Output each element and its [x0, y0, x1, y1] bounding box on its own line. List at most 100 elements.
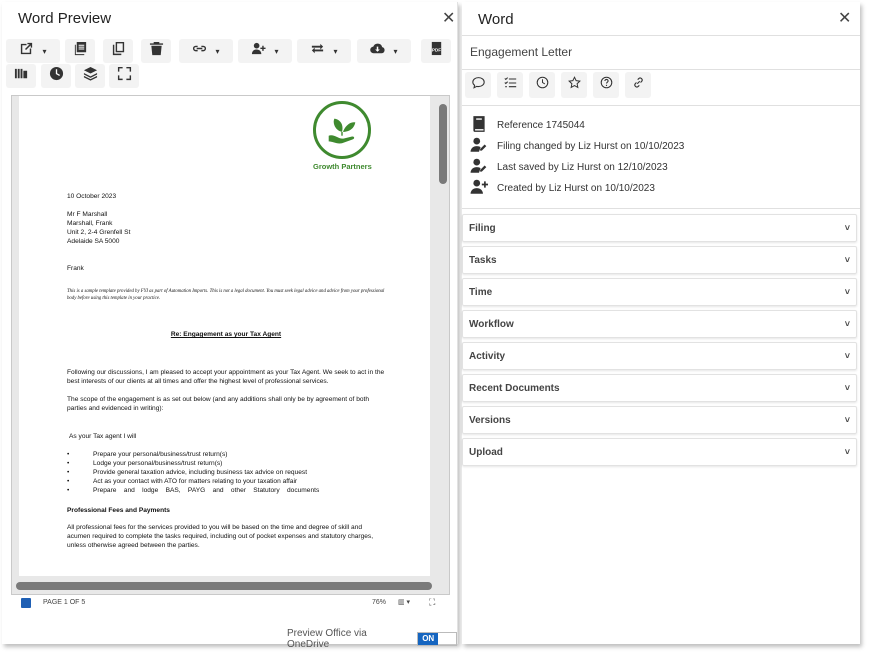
bullet-item: Prepare and lodge BAS, PAYG and other St… — [93, 487, 320, 494]
copy-link-button[interactable] — [625, 72, 651, 98]
bullet-marker: • — [67, 460, 70, 467]
export-pdf-button[interactable]: PDF — [421, 39, 451, 63]
comments-button[interactable] — [465, 72, 491, 98]
layers-button[interactable] — [75, 64, 105, 88]
fees-paragraph: All professional fees for the services p… — [67, 524, 374, 549]
title-divider — [462, 69, 860, 70]
word-preview-panel: Word Preview ✕ ▾ ▾ ▾ ▾ ▾ PDF Growth Part… — [2, 2, 458, 650]
favourite-button[interactable] — [561, 72, 587, 98]
section-tasks[interactable]: Tasks ˅ — [462, 246, 857, 274]
address-line-4: Adelaide SA 5000 — [67, 238, 120, 245]
close-details-button[interactable]: ✕ — [838, 8, 851, 28]
section-filing[interactable]: Filing ˅ — [462, 214, 857, 242]
fullscreen-icon[interactable]: ⛶ — [429, 597, 435, 608]
last-saved-text: Last saved by Liz Hurst on 12/10/2023 — [497, 162, 668, 173]
section-workflow[interactable]: Workflow ˅ — [462, 310, 857, 338]
link-icon — [192, 41, 207, 61]
document-page: Growth Partners 10 October 2023 Mr F Mar… — [19, 96, 430, 576]
bullet-marker: • — [67, 478, 70, 485]
download-button[interactable]: ▾ — [357, 39, 411, 63]
section-label: Time — [469, 286, 493, 298]
library-button[interactable] — [6, 64, 36, 88]
bullet-marker: • — [67, 469, 70, 476]
last-saved-row: Last saved by Liz Hurst on 12/10/2023 — [470, 157, 668, 178]
copy-to-clipboard-button[interactable] — [65, 39, 95, 63]
expand-icon — [117, 66, 132, 86]
letter-date: 10 October 2023 — [67, 193, 117, 200]
toggle-on-label: ON — [418, 633, 439, 645]
filing-changed-row: Filing changed by Liz Hurst on 10/10/202… — [470, 136, 684, 157]
link-button[interactable]: ▾ — [179, 39, 233, 63]
section-activity[interactable]: Activity ˅ — [462, 342, 857, 370]
tasks-button[interactable] — [497, 72, 523, 98]
word-details-panel: Word ✕ Engagement Letter Reference 17450… — [462, 2, 860, 644]
chevron-down-icon: ˅ — [844, 351, 850, 361]
section-label: Filing — [469, 222, 496, 234]
bullet-marker: • — [67, 451, 70, 458]
documents-stack-icon — [73, 41, 88, 61]
salutation: Frank — [67, 265, 84, 272]
section-label: Tasks — [469, 254, 497, 266]
copy-icon — [111, 41, 126, 61]
disclaimer: This is a sample template provided by FY… — [67, 289, 385, 301]
layers-icon — [83, 66, 98, 86]
chevron-down-icon: ▾ — [393, 46, 398, 56]
user-edit-icon — [470, 136, 497, 157]
paragraph-2: The scope of the engagement is as set ou… — [67, 396, 370, 412]
section-label: Recent Documents — [469, 382, 560, 394]
open-external-button[interactable]: ▾ — [6, 39, 60, 63]
zoom-level[interactable]: 76% — [372, 599, 386, 606]
chevron-down-icon: ▾ — [215, 46, 220, 56]
history-button[interactable] — [41, 64, 71, 88]
close-preview-button[interactable]: ✕ — [442, 8, 455, 28]
link-icon — [632, 76, 645, 94]
bullet-marker: • — [67, 487, 70, 494]
meta-divider — [462, 208, 860, 209]
star-icon — [567, 76, 581, 94]
section-label: Workflow — [469, 318, 514, 330]
section-versions[interactable]: Versions ˅ — [462, 406, 857, 434]
section-recent-documents[interactable]: Recent Documents ˅ — [462, 374, 857, 402]
trash-icon — [149, 41, 164, 61]
swap-arrows-icon — [310, 41, 325, 61]
svg-text:PDF: PDF — [431, 47, 440, 52]
chevron-down-icon: ˅ — [844, 255, 850, 265]
vertical-scrollbar[interactable] — [439, 104, 447, 184]
comment-icon — [471, 76, 485, 94]
checklist-icon — [503, 76, 517, 94]
help-button[interactable] — [593, 72, 619, 98]
chevron-down-icon: ˅ — [844, 287, 850, 297]
chevron-down-icon: ▾ — [274, 46, 279, 56]
document-status-bar: PAGE 1 OF 5 76% ▥ ▾ ⛶ — [11, 596, 450, 610]
chevron-down-icon: ˅ — [844, 415, 850, 425]
view-mode-button[interactable]: ▥ ▾ — [398, 598, 410, 606]
move-button[interactable]: ▾ — [297, 39, 351, 63]
duplicate-button[interactable] — [103, 39, 133, 63]
document-preview-frame[interactable]: Growth Partners 10 October 2023 Mr F Mar… — [11, 95, 450, 595]
book-icon — [470, 115, 497, 136]
actions-divider — [462, 105, 860, 106]
add-user-icon — [251, 41, 267, 61]
leaves-hand-icon — [328, 118, 356, 144]
horizontal-scrollbar[interactable] — [16, 582, 432, 590]
section-time[interactable]: Time ˅ — [462, 278, 857, 306]
section-label: Activity — [469, 350, 506, 362]
chevron-down-icon: ▾ — [42, 46, 47, 56]
document-name: Engagement Letter — [470, 45, 573, 59]
user-edit-icon — [470, 157, 497, 178]
share-with-user-button[interactable]: ▾ — [238, 39, 292, 63]
bullet-item: Prepare your personal/business/trust ret… — [93, 451, 228, 458]
fullscreen-button[interactable] — [109, 64, 139, 88]
question-icon — [600, 76, 613, 94]
reference-row: Reference 1745044 — [470, 115, 585, 136]
page-indicator: PAGE 1 OF 5 — [43, 599, 86, 606]
delete-button[interactable] — [141, 39, 171, 63]
chevron-down-icon: ˅ — [844, 447, 850, 457]
created-row: Created by Liz Hurst on 10/10/2023 — [470, 178, 655, 199]
onedrive-toggle[interactable]: ON — [417, 632, 457, 646]
section-label: Versions — [469, 414, 511, 426]
header-divider — [462, 35, 860, 36]
reference-text: Reference 1745044 — [497, 120, 585, 131]
section-upload[interactable]: Upload ˅ — [462, 438, 857, 466]
time-button[interactable] — [529, 72, 555, 98]
